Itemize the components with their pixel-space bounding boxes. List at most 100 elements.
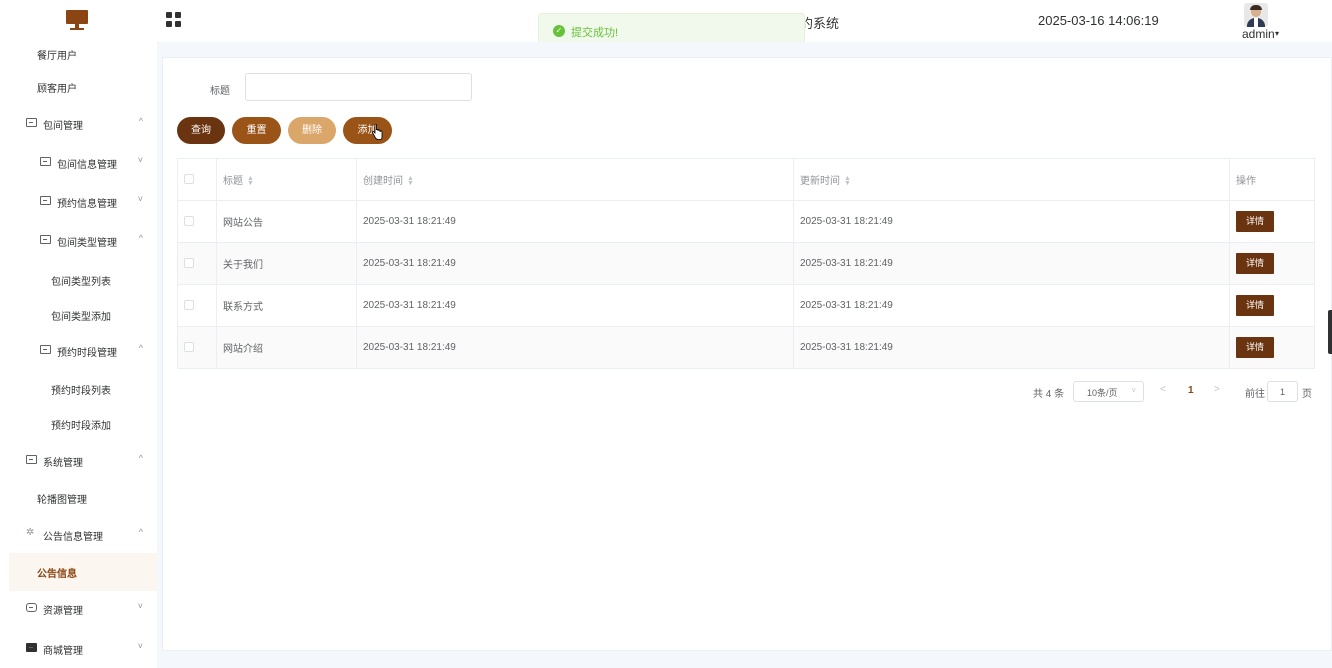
sidebar-item-label: 资源管理 bbox=[43, 606, 83, 617]
sun-icon: ✲ bbox=[26, 527, 35, 538]
avatar[interactable] bbox=[1244, 3, 1268, 27]
prev-page-button[interactable]: < bbox=[1160, 384, 1166, 395]
card-icon bbox=[40, 235, 51, 244]
toast-message: 提交成功! bbox=[571, 27, 619, 39]
sidebar-item-room-type[interactable]: 包间类型管理 ^ bbox=[0, 222, 157, 260]
sidebar-item-label: 包间类型列表 bbox=[51, 277, 111, 288]
card-icon bbox=[40, 196, 51, 205]
row-title: 关于我们 bbox=[216, 242, 357, 285]
row-created: 2025-03-31 18:21:49 bbox=[356, 200, 794, 243]
select-all-cell[interactable] bbox=[177, 158, 217, 201]
sidebar-item-label: 系统管理 bbox=[43, 458, 83, 469]
sidebar-item-customer-users[interactable]: 顾客用户 bbox=[0, 68, 157, 106]
user-name-dropdown[interactable]: admin bbox=[1242, 27, 1275, 41]
detail-button[interactable]: 详情 bbox=[1236, 211, 1274, 232]
select-all-checkbox[interactable] bbox=[184, 174, 194, 185]
sidebar-item-label: 预约信息管理 bbox=[57, 199, 117, 210]
chevron-down-icon: ˅ bbox=[137, 641, 143, 651]
sidebar-item-timeslot-management[interactable]: 预约时段管理 ^ bbox=[0, 332, 157, 370]
row-actions: 详情 bbox=[1229, 242, 1315, 285]
table-row[interactable]: 关于我们 2025-03-31 18:21:49 2025-03-31 18:2… bbox=[177, 242, 1315, 285]
row-actions: 详情 bbox=[1229, 200, 1315, 243]
sidebar-item-label: 商城管理 bbox=[43, 646, 83, 657]
sidebar-item-room-management[interactable]: 包间管理 ^ bbox=[0, 105, 157, 143]
row-checkbox[interactable] bbox=[184, 216, 194, 227]
card-icon bbox=[26, 118, 37, 127]
folder-icon bbox=[26, 455, 37, 464]
delete-button[interactable]: 删除 bbox=[288, 117, 336, 144]
goto-label: 前往 bbox=[1245, 389, 1265, 400]
chevron-down-icon: ˅ bbox=[137, 601, 143, 611]
sidebar-item-system-management[interactable]: 系统管理 ^ bbox=[0, 442, 157, 480]
row-checkbox[interactable] bbox=[184, 258, 194, 269]
sidebar-item-resource-management[interactable]: 资源管理 ˅ bbox=[0, 590, 157, 628]
sidebar-item-label: 餐厅用户 bbox=[37, 51, 77, 62]
sidebar-item-label: 轮播图管理 bbox=[37, 495, 87, 506]
row-select-cell[interactable] bbox=[177, 242, 217, 285]
sidebar-item-label: 包间类型管理 bbox=[57, 238, 117, 249]
column-created-label: 创建时间 bbox=[363, 176, 403, 187]
sidebar-item-label: 公告信息管理 bbox=[43, 532, 103, 543]
sidebar-item-notice-management[interactable]: ✲ 公告信息管理 ^ bbox=[0, 516, 157, 554]
table-row[interactable]: 联系方式 2025-03-31 18:21:49 2025-03-31 18:2… bbox=[177, 284, 1315, 327]
column-operation-label: 操作 bbox=[1236, 176, 1256, 187]
sidebar-item-label: 公告信息 bbox=[37, 569, 77, 580]
chevron-down-icon: ˅ bbox=[137, 194, 143, 204]
chevron-up-icon: ^ bbox=[138, 453, 143, 463]
row-title: 网站介绍 bbox=[216, 326, 357, 369]
row-updated: 2025-03-31 18:21:49 bbox=[793, 284, 1230, 327]
query-button[interactable]: 查询 bbox=[177, 117, 225, 144]
row-checkbox[interactable] bbox=[184, 300, 194, 311]
sidebar-item-timeslot-list[interactable]: 预约时段列表 bbox=[0, 370, 157, 408]
table-header-row: 标题 ▲ ▼ 创建时间 ▲ ▼ 更新时间 ▲ ▼ 操作 bbox=[177, 158, 1315, 201]
row-select-cell[interactable] bbox=[177, 200, 217, 243]
detail-button[interactable]: 详情 bbox=[1236, 295, 1274, 316]
grid-menu-icon[interactable] bbox=[166, 12, 182, 28]
column-title[interactable]: 标题 ▲ ▼ bbox=[216, 158, 357, 201]
scrollbar-thumb[interactable] bbox=[1328, 310, 1332, 354]
notice-table: 标题 ▲ ▼ 创建时间 ▲ ▼ 更新时间 ▲ ▼ 操作 网站公告 2025-03-31 18… bbox=[177, 158, 1315, 369]
sidebar-item-label: 包间信息管理 bbox=[57, 160, 117, 171]
column-created[interactable]: 创建时间 ▲ ▼ bbox=[356, 158, 794, 201]
goto-page-input[interactable] bbox=[1267, 381, 1298, 402]
add-button[interactable]: 添加 bbox=[343, 117, 392, 144]
detail-button[interactable]: 详情 bbox=[1236, 337, 1274, 358]
detail-button[interactable]: 详情 bbox=[1236, 253, 1274, 274]
row-select-cell[interactable] bbox=[177, 326, 217, 369]
row-updated: 2025-03-31 18:21:49 bbox=[793, 326, 1230, 369]
reset-button[interactable]: 重置 bbox=[232, 117, 281, 144]
sort-icon[interactable]: ▲ ▼ bbox=[844, 175, 851, 187]
title-filter-input[interactable] bbox=[245, 73, 472, 101]
row-checkbox[interactable] bbox=[184, 342, 194, 353]
page-size-select[interactable]: 10条/页 ˅ bbox=[1073, 381, 1144, 402]
sidebar-item-label: 预约时段管理 bbox=[57, 348, 117, 359]
page-number-current[interactable]: 1 bbox=[1188, 385, 1194, 396]
chevron-up-icon: ^ bbox=[138, 343, 143, 353]
column-updated-label: 更新时间 bbox=[800, 176, 840, 187]
sidebar-item-timeslot-add[interactable]: 预约时段添加 bbox=[0, 405, 157, 443]
sidebar-item-room-type-list[interactable]: 包间类型列表 bbox=[0, 261, 157, 299]
next-page-button[interactable]: > bbox=[1214, 384, 1220, 395]
sidebar-item-label: 顾客用户 bbox=[37, 84, 77, 95]
table-row[interactable]: 网站介绍 2025-03-31 18:21:49 2025-03-31 18:2… bbox=[177, 326, 1315, 369]
table-row[interactable]: 网站公告 2025-03-31 18:21:49 2025-03-31 18:2… bbox=[177, 200, 1315, 243]
sort-icon[interactable]: ▲ ▼ bbox=[407, 175, 414, 187]
sidebar-item-room-type-add[interactable]: 包间类型添加 bbox=[0, 296, 157, 334]
sidebar-item-reservation-info[interactable]: 预约信息管理 ˅ bbox=[0, 183, 157, 221]
sidebar-item-shop-management[interactable]: 商城管理 ˅ bbox=[0, 630, 157, 668]
hand-cursor-icon bbox=[371, 124, 383, 140]
caret-down-icon[interactable]: ▾ bbox=[1275, 29, 1279, 38]
row-select-cell[interactable] bbox=[177, 284, 217, 327]
sidebar-item-notice-info[interactable]: 公告信息 bbox=[9, 553, 157, 591]
card-icon bbox=[40, 157, 51, 166]
sidebar-item-room-info[interactable]: 包间信息管理 ˅ bbox=[0, 144, 157, 182]
sidebar-item-label: 包间类型添加 bbox=[51, 312, 111, 323]
column-title-label: 标题 bbox=[223, 176, 243, 187]
row-created: 2025-03-31 18:21:49 bbox=[356, 326, 794, 369]
column-updated[interactable]: 更新时间 ▲ ▼ bbox=[793, 158, 1230, 201]
pagination-total: 共 4 条 bbox=[1033, 389, 1065, 400]
sort-icon[interactable]: ▲ ▼ bbox=[247, 175, 254, 187]
page-suffix-label: 页 bbox=[1302, 389, 1312, 400]
sidebar-item-carousel[interactable]: 轮播图管理 bbox=[0, 479, 157, 517]
monitor-icon bbox=[26, 643, 37, 652]
